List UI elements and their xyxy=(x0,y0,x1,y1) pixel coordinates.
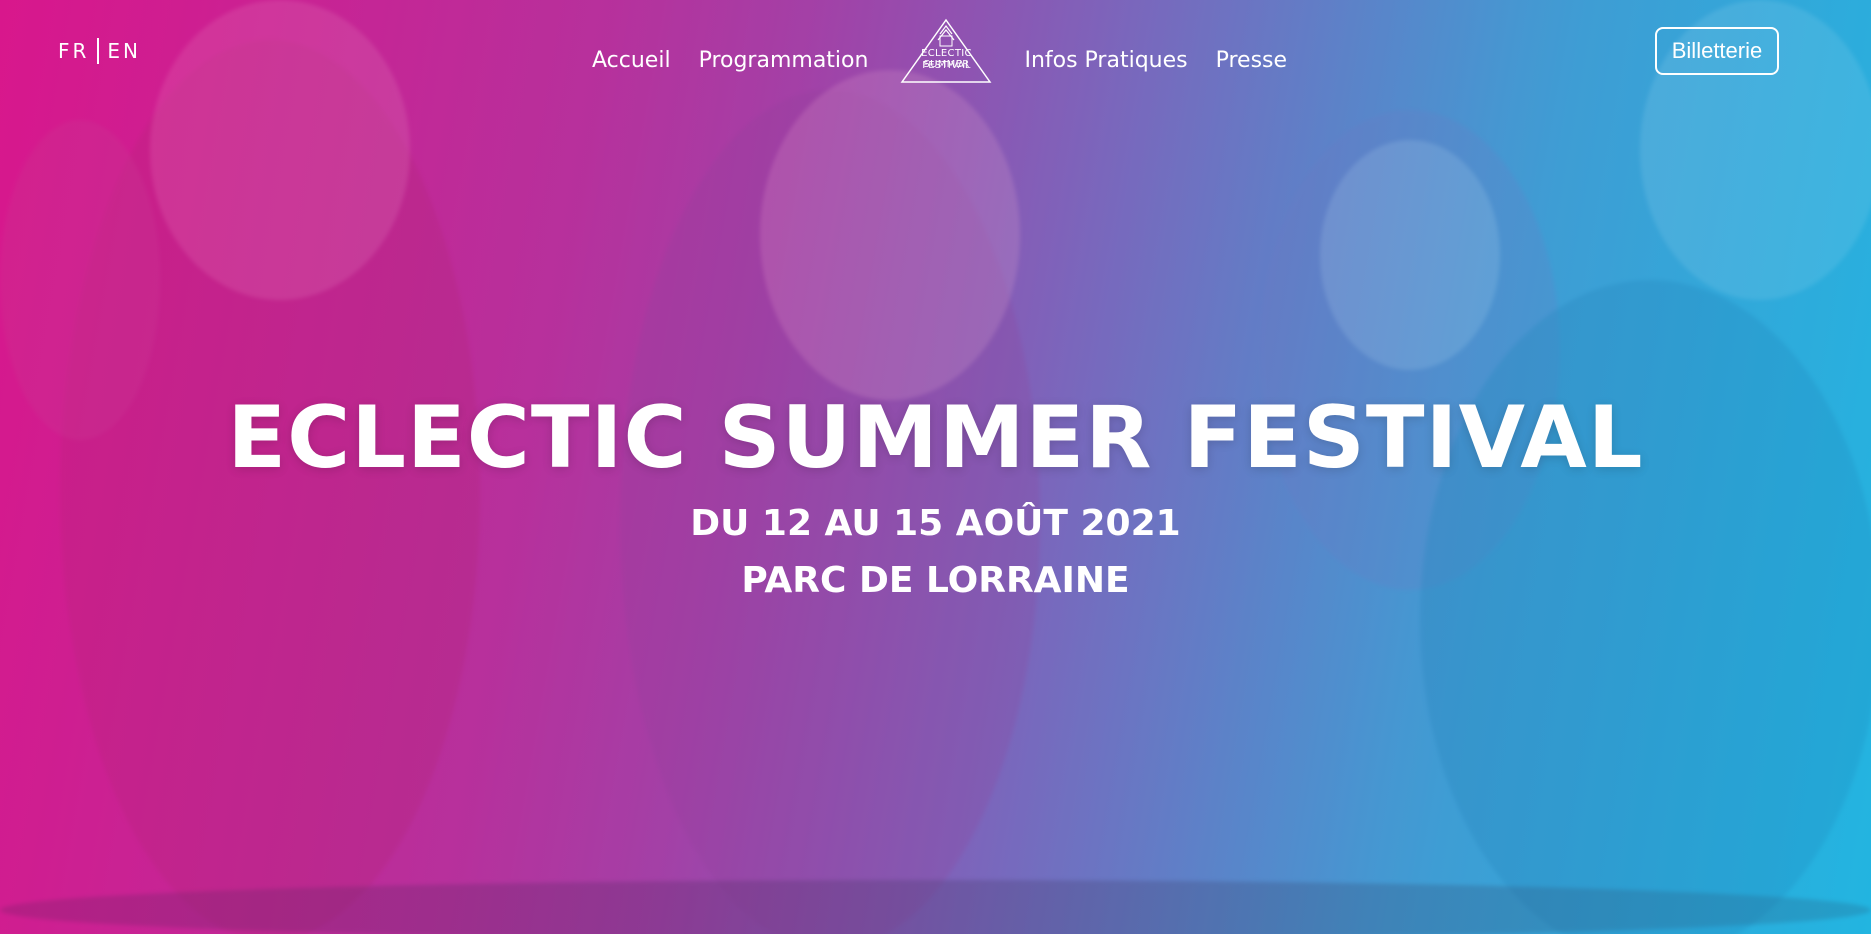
language-switcher: FR EN xyxy=(58,38,141,64)
hero-section: FR EN Accueil Programmation ECLECTIC SUM… xyxy=(0,0,1871,934)
nav-menu: Accueil Programmation ECLECTIC SUMMER FE… xyxy=(592,18,1287,84)
nav-item-infos-pratiques[interactable]: Infos Pratiques xyxy=(1024,48,1187,73)
logo-text-line2: FESTIVAL xyxy=(922,60,971,71)
lang-en-link[interactable]: EN xyxy=(107,39,141,63)
lang-divider xyxy=(97,38,100,64)
nav-item-programmation[interactable]: Programmation xyxy=(699,48,869,73)
main-navbar: FR EN Accueil Programmation ECLECTIC SUM… xyxy=(0,0,1871,100)
lang-fr-link[interactable]: FR xyxy=(58,39,89,63)
festival-dates: DU 12 AU 15 AOÛT 2021 xyxy=(690,503,1181,544)
nav-item-accueil[interactable]: Accueil xyxy=(592,48,671,73)
festival-title: ECLECTIC SUMMER FESTIVAL xyxy=(227,388,1644,488)
festival-location: PARC DE LORRAINE xyxy=(741,560,1130,601)
nav-item-presse[interactable]: Presse xyxy=(1216,48,1287,73)
billetterie-button[interactable]: Billetterie xyxy=(1655,27,1779,75)
festival-logo[interactable]: ECLECTIC SUMMER FESTIVAL xyxy=(896,18,996,84)
